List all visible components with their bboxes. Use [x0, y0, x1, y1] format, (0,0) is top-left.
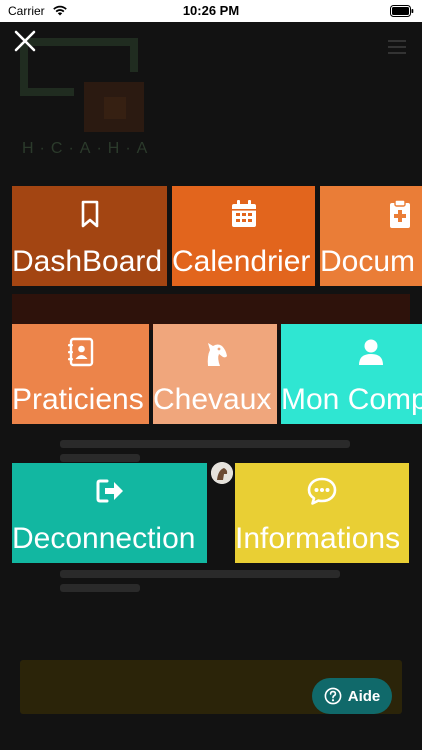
tile-label: Docum — [320, 245, 416, 278]
tile-label: Chevaux — [153, 383, 272, 416]
tile-dashboard[interactable]: DashBoard — [12, 186, 167, 286]
tile-label: DashBoard — [12, 245, 163, 278]
tile-deconnection[interactable]: Deconnection — [12, 463, 207, 563]
calendar-icon — [231, 200, 256, 227]
status-bar: Carrier 10:26 PM — [0, 0, 422, 22]
clipboard-medical-icon — [390, 199, 410, 228]
address-book-icon — [67, 337, 93, 367]
help-button-label: Aide — [347, 687, 381, 705]
hamburger-icon — [388, 40, 406, 54]
user-icon — [359, 339, 383, 365]
bookmark-icon — [81, 200, 98, 228]
tile-label: Informations — [235, 522, 401, 555]
tile-praticiens[interactable]: Praticiens — [12, 324, 149, 424]
background-text-line — [60, 584, 140, 592]
app-logo-wordmark: H·C·A·H·A — [22, 140, 154, 157]
tile-chevaux[interactable]: Chevaux — [153, 324, 277, 424]
comment-dots-icon — [307, 477, 337, 505]
sign-out-icon — [96, 479, 123, 503]
background-text-line — [60, 454, 140, 462]
tile-label: Calendrier — [172, 245, 311, 278]
clock-time: 10:26 PM — [182, 3, 240, 18]
avatar — [211, 462, 233, 484]
tile-label: Praticiens — [12, 383, 144, 416]
background-text-line — [60, 570, 340, 578]
tile-label: Deconnection — [12, 522, 196, 555]
tile-calendrier[interactable]: Calendrier — [172, 186, 315, 286]
tile-informations[interactable]: Informations — [235, 463, 409, 563]
tile-documents[interactable]: Docum — [320, 186, 422, 286]
question-circle-icon — [324, 687, 342, 705]
background-text-line — [60, 440, 350, 448]
horse-head-icon — [207, 343, 227, 366]
tile-mon-compte[interactable]: Mon Comp — [281, 324, 422, 424]
close-icon[interactable] — [12, 28, 38, 54]
help-button[interactable]: Aide — [312, 678, 392, 714]
tile-label: Mon Comp — [281, 383, 422, 416]
battery-icon — [390, 5, 414, 17]
